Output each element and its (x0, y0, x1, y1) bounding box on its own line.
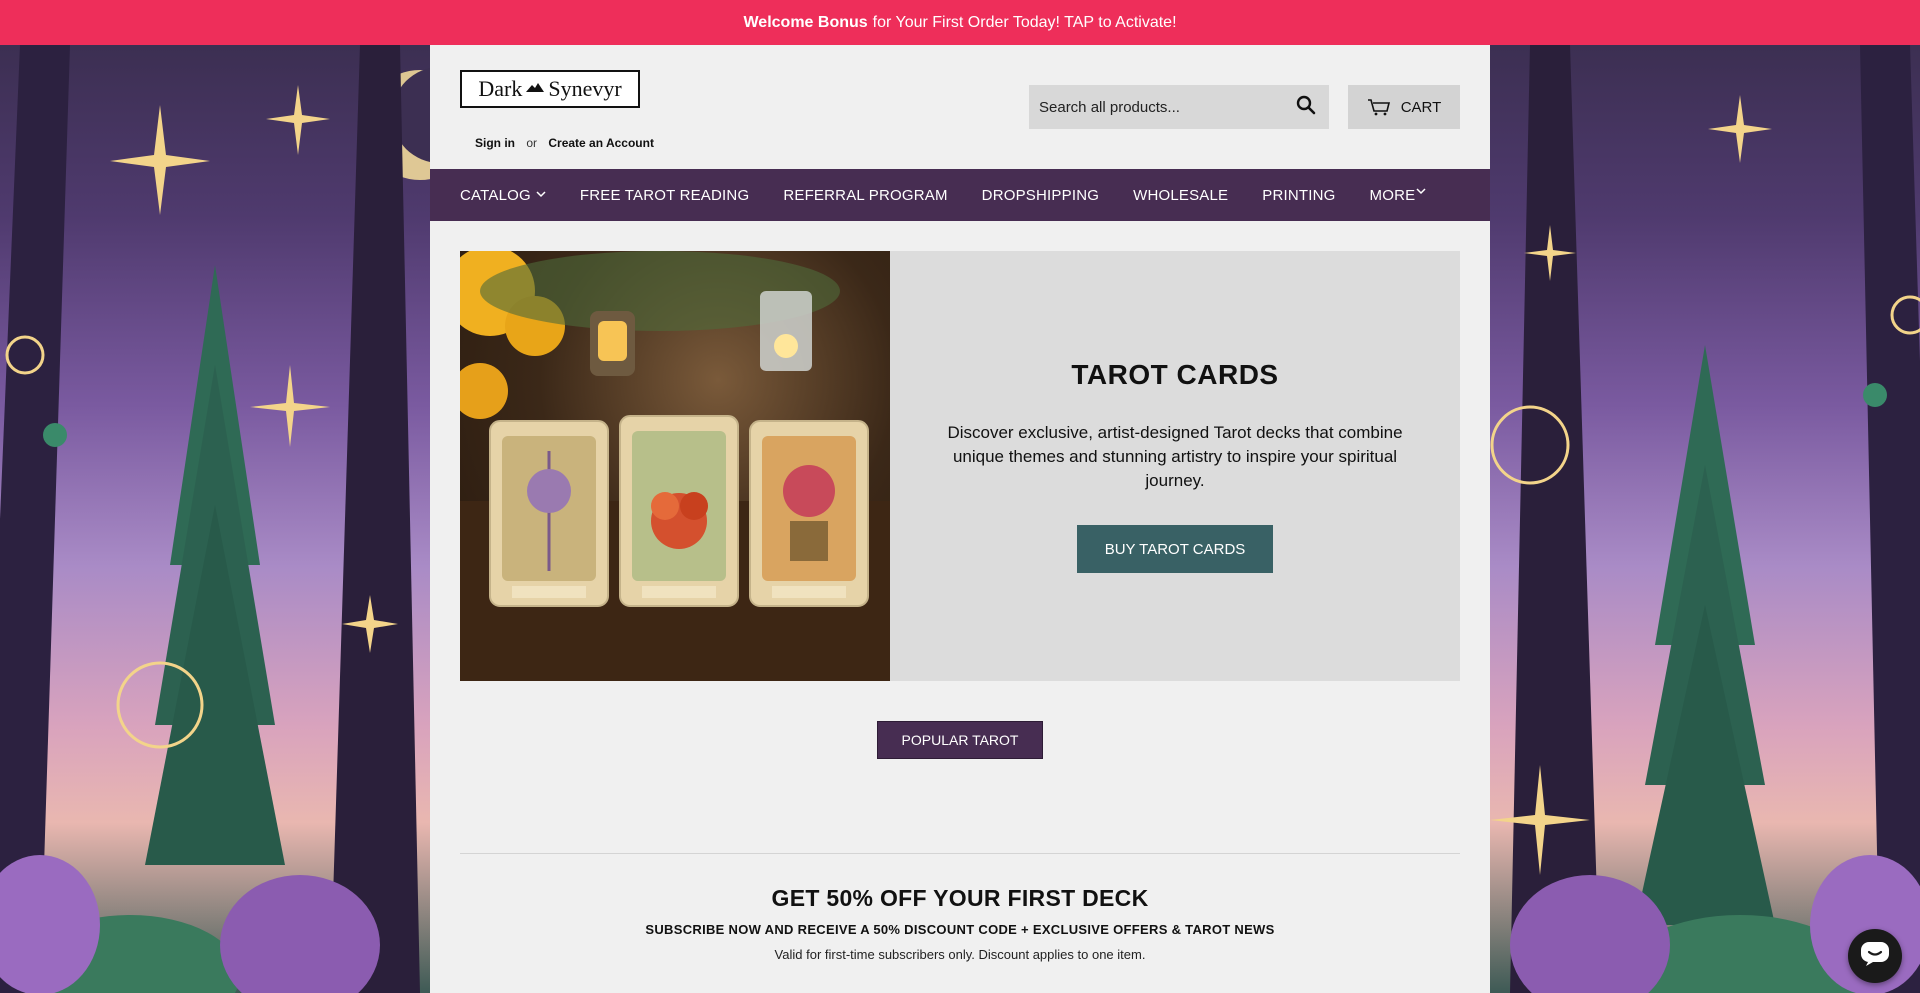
hero-title: TAROT CARDS (1071, 359, 1279, 390)
page-container: Dark Synevyr Sign in or Create an Accoun… (430, 45, 1490, 993)
nav-item-dropshipping[interactable]: DROPSHIPPING (982, 187, 1099, 204)
promo-title: GET 50% OFF YOUR FIRST DECK (771, 885, 1149, 911)
nav-item-label: REFERRAL PROGRAM (783, 186, 948, 204)
create-account-link[interactable]: Create an Account (548, 136, 654, 150)
hero-text-panel: TAROT CARDS Discover exclusive, artist-d… (890, 251, 1460, 681)
nav-item-wholesale[interactable]: WHOLESALE (1133, 187, 1228, 204)
main-nav: CATALOG FREE TAROT READING REFERRAL PROG… (430, 169, 1490, 221)
announcement-text: for Your First Order Today! TAP to Activ… (872, 13, 1177, 31)
promo-note: Valid for first-time subscribers only. D… (774, 947, 1146, 962)
newsletter-promo: GET 50% OFF YOUR FIRST DECK SUBSCRIBE NO… (460, 885, 1460, 962)
nav-item-free-tarot-reading[interactable]: FREE TAROT READING (580, 187, 749, 204)
nav-item-label: WHOLESALE (1133, 186, 1229, 204)
announcement-bar[interactable]: Welcome Bonus for Your First Order Today… (0, 0, 1920, 45)
search-icon (1296, 95, 1316, 120)
tarot-card-hermit (489, 420, 609, 607)
hero-banner: TAROT CARDS Discover exclusive, artist-d… (460, 251, 1460, 681)
nav-item-referral-program[interactable]: REFERRAL PROGRAM (783, 187, 947, 204)
search-button[interactable] (1283, 85, 1329, 129)
section-divider (460, 853, 1460, 854)
cart-icon (1367, 98, 1391, 116)
nav-item-label: FREE TAROT READING (579, 186, 750, 204)
search-bar (1029, 85, 1329, 129)
promo-subtitle: SUBSCRIBE NOW AND RECEIVE A 50% DISCOUNT… (645, 922, 1275, 937)
sign-in-link[interactable]: Sign in (475, 136, 515, 150)
logo-text-left: Dark (478, 76, 523, 101)
search-input[interactable] (1029, 85, 1283, 129)
site-header: Dark Synevyr Sign in or Create an Accoun… (430, 45, 1490, 169)
nav-item-catalog[interactable]: CATALOG (460, 187, 546, 204)
announcement-bold-text: Welcome Bonus (743, 13, 868, 31)
nav-item-printing[interactable]: PRINTING (1262, 187, 1335, 204)
chevron-down-icon (536, 190, 546, 201)
chat-icon (1860, 941, 1890, 972)
chat-button[interactable] (1848, 929, 1902, 983)
popular-tarot-button[interactable]: POPULAR TAROT (877, 721, 1043, 759)
buy-tarot-cards-button[interactable]: BUY TAROT CARDS (1076, 525, 1274, 573)
nav-item-more[interactable]: MORE (1370, 187, 1427, 204)
logo-text-right: Synevyr (548, 76, 622, 101)
background-illustration-right (1490, 45, 1920, 993)
nav-item-label: PRINTING (1262, 186, 1336, 204)
chevron-down-icon (1416, 187, 1426, 198)
cart-label: CART (1400, 98, 1442, 116)
nav-item-label: MORE (1369, 186, 1416, 204)
hero-description: Discover exclusive, artist-designed Taro… (947, 423, 1403, 490)
nav-item-label: DROPSHIPPING (981, 186, 1100, 204)
site-logo[interactable]: Dark Synevyr (460, 70, 640, 108)
logo-mountain-icon (526, 81, 545, 97)
or-separator: or (526, 136, 538, 150)
nav-item-label: CATALOG (460, 186, 531, 204)
hero-tarot-image[interactable] (460, 251, 890, 681)
cart-button[interactable]: CART (1348, 85, 1460, 129)
account-links: Sign in or Create an Account (475, 136, 654, 150)
background-illustration-left (0, 45, 430, 993)
tarot-card-hanged-man (619, 415, 739, 607)
tarot-card-emperor (749, 420, 869, 607)
